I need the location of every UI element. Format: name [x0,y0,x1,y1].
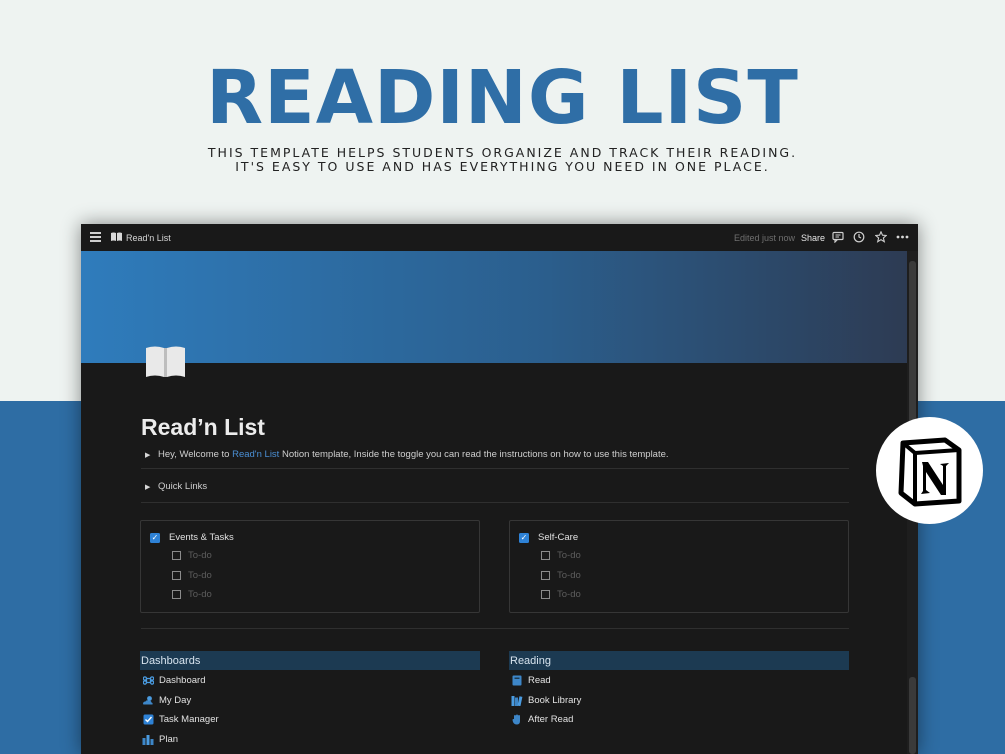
link-my-day[interactable]: My Day [142,694,191,706]
link-label[interactable]: Task Manager [159,714,219,725]
checkbox[interactable] [541,590,550,599]
link-dashboard[interactable]: Dashboard [142,674,205,686]
hand-icon [511,713,523,725]
link-after-read[interactable]: After Read [511,713,573,725]
command-icon [142,674,154,686]
todo-label[interactable]: To-do [188,570,212,581]
more-icon[interactable] [896,231,909,244]
todo-item[interactable]: To-do [172,589,212,600]
checkbox-icon [142,713,154,725]
scrollbar-thumb[interactable] [909,261,916,426]
section-heading-dashboards: Dashboards [140,651,480,670]
link-label[interactable]: Book Library [528,695,581,706]
sun-cloud-icon [142,694,154,706]
toggle-arrow-icon[interactable]: ▶ [145,451,158,459]
card-header: ✓ Events & Tasks [150,532,234,543]
link-read[interactable]: Read [511,674,551,686]
hero-subtitle-line-2: IT'S EASY TO USE AND HAS EVERYTHING YOU … [235,159,770,174]
card-events-tasks: ✓ Events & Tasks To-do To-do To-do [140,520,480,613]
city-icon [142,733,154,745]
book-icon [511,674,523,686]
book-icon [111,232,122,244]
todo-item[interactable]: To-do [172,570,212,581]
cover-image[interactable] [81,251,907,363]
breadcrumb-page-title[interactable]: Read'n List [126,233,171,243]
books-icon [511,694,523,706]
menu-icon[interactable] [90,232,101,242]
hero-subtitle: THIS TEMPLATE HELPS STUDENTS ORGANIZE AN… [0,146,1005,174]
todo-label[interactable]: To-do [188,589,212,600]
quick-links-label: Quick Links [158,481,208,492]
divider [141,468,849,469]
checkbox[interactable] [172,590,181,599]
link-label[interactable]: Plan [159,734,178,745]
open-book-icon[interactable] [145,345,186,383]
todo-item[interactable]: To-do [541,570,581,581]
todo-label[interactable]: To-do [188,550,212,561]
checked-checkbox-icon[interactable]: ✓ [150,532,160,543]
notion-logo-icon [898,437,961,506]
checkbox[interactable] [172,571,181,580]
intro-link[interactable]: Read'n List [232,449,279,460]
link-label[interactable]: My Day [159,695,191,706]
scrollbar-track-lower [909,677,916,754]
todo-item[interactable]: To-do [541,589,581,600]
notion-logo [876,417,983,524]
card-title: Events & Tasks [169,532,234,543]
link-plan[interactable]: Plan [142,733,178,745]
comment-icon[interactable] [832,231,845,244]
quick-links-toggle[interactable]: ▶ Quick Links [145,481,207,492]
intro-suffix: Notion template, Inside the toggle you c… [279,449,669,460]
link-label[interactable]: After Read [528,714,573,725]
checked-checkbox-icon[interactable]: ✓ [519,532,529,543]
divider [141,628,849,629]
todo-label[interactable]: To-do [557,589,581,600]
link-label[interactable]: Read [528,675,551,686]
edited-status: Edited just now [734,233,796,243]
todo-item[interactable]: To-do [172,550,212,561]
todo-label[interactable]: To-do [557,570,581,581]
divider [141,502,849,503]
hero-title: READING LIST [206,55,799,141]
link-task-manager[interactable]: Task Manager [142,713,219,725]
card-header: ✓ Self-Care [519,532,578,543]
todo-label[interactable]: To-do [557,550,581,561]
card-title: Self-Care [538,532,579,543]
card-self-care: ✓ Self-Care To-do To-do To-do [509,520,849,613]
intro-toggle[interactable]: ▶ Hey, Welcome to Read'n List Notion temp… [145,449,669,460]
toggle-arrow-icon[interactable]: ▶ [145,483,158,491]
page-title: Read’n List [141,414,265,440]
history-icon[interactable] [853,231,866,244]
todo-item[interactable]: To-do [541,550,581,561]
notion-window: Read'n List Edited just now Share Read’n… [81,224,918,754]
hero-subtitle-line-1: THIS TEMPLATE HELPS STUDENTS ORGANIZE AN… [207,145,798,160]
checkbox[interactable] [172,551,181,560]
link-book-library[interactable]: Book Library [511,694,581,706]
section-heading-reading: Reading [509,651,849,670]
checkbox[interactable] [541,571,550,580]
star-icon[interactable] [874,230,888,244]
intro-prefix: Hey, Welcome to [158,449,233,460]
topbar: Read'n List Edited just now Share [81,224,918,251]
share-button[interactable]: Share [801,233,825,243]
link-label[interactable]: Dashboard [159,675,205,686]
checkbox[interactable] [541,551,550,560]
